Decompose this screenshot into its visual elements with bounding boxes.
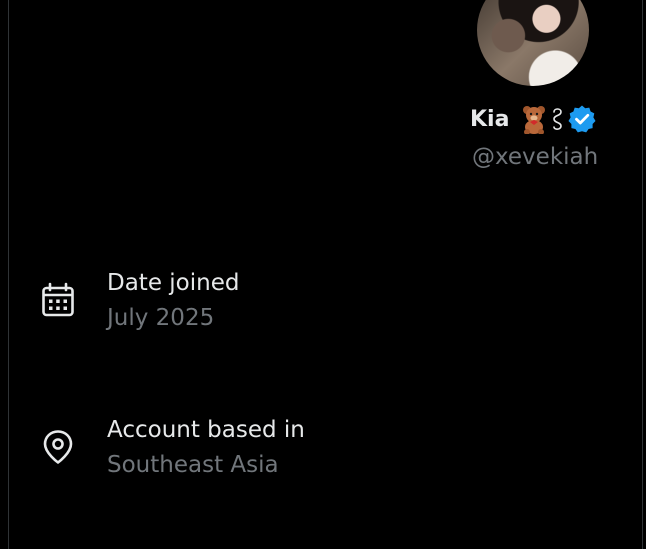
- profile-display-name: Kia: [470, 106, 510, 132]
- location-pin-icon: [43, 430, 73, 464]
- calendar-icon: [42, 282, 74, 317]
- account-location-value: Southeast Asia: [107, 452, 279, 478]
- swirl-icon: [553, 108, 563, 130]
- profile-handle[interactable]: @xevekiah: [472, 144, 598, 170]
- date-joined-value: July 2025: [107, 305, 215, 331]
- date-joined-label: Date joined: [107, 270, 240, 296]
- profile-avatar[interactable]: [477, 0, 589, 86]
- verified-badge-icon[interactable]: [567, 104, 597, 134]
- panel-right-border: [642, 0, 643, 549]
- teddy-bear-icon: [523, 106, 546, 134]
- account-location-label: Account based in: [107, 417, 305, 443]
- account-location-row: Account based in Southeast Asia: [40, 415, 600, 485]
- date-joined-row: Date joined July 2025: [40, 268, 600, 338]
- panel-left-border: [8, 0, 9, 549]
- profile-name-row: Kia: [470, 102, 597, 136]
